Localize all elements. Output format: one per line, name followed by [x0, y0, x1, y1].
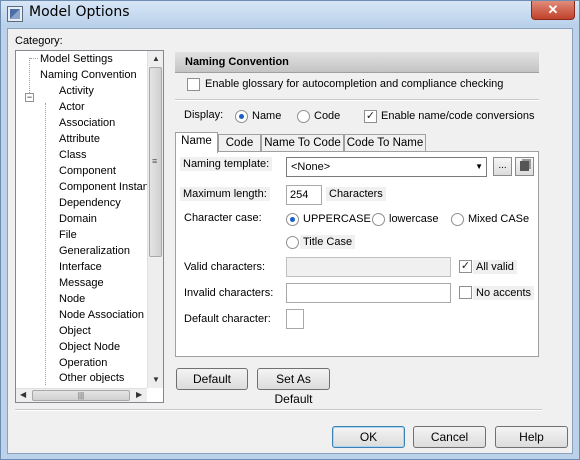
tree-item-other-objects[interactable]: Other objects	[59, 371, 124, 383]
cancel-button[interactable]: Cancel	[413, 426, 486, 448]
tree-item-activity[interactable]: Activity	[59, 84, 94, 98]
tree-connector	[45, 103, 46, 385]
case-lowercase-label: lowercase	[389, 213, 439, 225]
no-accents-label: No accents	[473, 286, 535, 300]
enable-conversions-label: Enable name/code conversions	[381, 110, 535, 122]
invalid-characters-input[interactable]	[286, 283, 451, 303]
case-mixed-label: Mixed CASe	[468, 213, 530, 225]
dropdown-arrow-icon: ▼	[475, 162, 483, 171]
invalid-characters-label: Invalid characters:	[184, 287, 274, 299]
enable-glossary-label: Enable glossary for autocompletion and c…	[205, 78, 504, 90]
window-title: Model Options	[29, 4, 130, 20]
enable-glossary-checkbox[interactable]	[187, 78, 200, 91]
collapse-icon[interactable]: −	[25, 93, 34, 102]
tree-item-generalization[interactable]: Generalization	[59, 244, 130, 258]
tab-name[interactable]: Name	[175, 132, 218, 153]
tree-item-model-settings[interactable]: Model Settings	[40, 52, 113, 66]
valid-characters-input[interactable]	[286, 257, 451, 277]
scroll-left-arrow-icon[interactable]: ◀	[20, 390, 26, 399]
tree-item-domain[interactable]: Domain	[59, 212, 97, 226]
tree-item-actor[interactable]: Actor	[59, 100, 85, 114]
display-code-radio[interactable]	[297, 110, 310, 123]
tree-item-node-association[interactable]: Node Association	[59, 308, 144, 322]
tree-item-object-node[interactable]: Object Node	[59, 340, 120, 354]
help-button[interactable]: Help	[495, 426, 568, 448]
grip-icon: ≡	[152, 156, 158, 166]
case-uppercase-label: UPPERCASE	[303, 213, 371, 225]
tree-item-object[interactable]: Object	[59, 324, 91, 338]
tree-item-dependency[interactable]: Dependency	[59, 196, 121, 210]
maximum-length-value: 254	[290, 189, 309, 201]
title-bar[interactable]: Model Options ✕	[1, 1, 579, 27]
all-valid-label: All valid	[473, 260, 517, 274]
default-button[interactable]: Default	[176, 368, 248, 390]
ellipsis-button[interactable]: ...	[493, 157, 512, 176]
footer-divider	[15, 409, 542, 411]
category-label: Category:	[15, 35, 63, 47]
tree-item-message[interactable]: Message	[59, 276, 104, 290]
naming-template-label: Naming template:	[180, 157, 273, 171]
tree-horizontal-scrollbar[interactable]: ◀ ||| ▶	[16, 388, 147, 402]
ok-button[interactable]: OK	[332, 426, 405, 448]
app-icon	[7, 6, 23, 22]
naming-template-value: <None>	[291, 161, 331, 173]
section-header: Naming Convention	[175, 52, 539, 73]
valid-characters-label: Valid characters:	[184, 261, 266, 273]
tree-vertical-scrollbar[interactable]: ▲ ≡ ▼	[147, 51, 163, 388]
model-options-window: Model Options ✕ Category: Model Settings…	[0, 0, 580, 460]
display-label: Display:	[184, 109, 224, 121]
tab-code-to-name[interactable]: Code To Name	[344, 134, 426, 152]
tree-item-component[interactable]: Component	[59, 164, 116, 178]
display-name-radio[interactable]	[235, 110, 248, 123]
maximum-length-input[interactable]: 254	[286, 185, 322, 205]
tree-item-association[interactable]: Association	[59, 116, 115, 130]
no-accents-checkbox[interactable]	[459, 286, 472, 299]
case-title-radio[interactable]	[286, 236, 299, 249]
properties-button[interactable]	[515, 157, 534, 176]
category-tree[interactable]: Model Settings − Naming Convention Activ…	[15, 50, 164, 403]
section-divider	[175, 99, 539, 101]
case-uppercase-radio[interactable]	[286, 213, 299, 226]
tree-item-class[interactable]: Class	[59, 148, 87, 162]
case-mixed-radio[interactable]	[451, 213, 464, 226]
enable-conversions-checkbox[interactable]: ✓	[364, 110, 377, 123]
horizontal-scroll-thumb[interactable]: |||	[32, 390, 130, 401]
section-title: Naming Convention	[185, 56, 289, 68]
maximum-length-label: Maximum length:	[180, 187, 270, 201]
tab-name-to-code[interactable]: Name To Code	[261, 134, 344, 152]
tree-connector	[29, 58, 30, 93]
tree-item-interface[interactable]: Interface	[59, 260, 102, 274]
case-title-label: Title Case	[300, 235, 356, 249]
naming-template-select[interactable]: <None> ▼	[286, 157, 487, 177]
display-name-label: Name	[252, 110, 282, 122]
default-character-input[interactable]	[286, 309, 304, 329]
tree-item-file[interactable]: File	[59, 228, 77, 242]
all-valid-checkbox[interactable]: ✓	[459, 260, 472, 273]
tree-item-operation[interactable]: Operation	[59, 356, 107, 370]
default-character-label: Default character:	[184, 313, 271, 325]
scroll-right-arrow-icon[interactable]: ▶	[136, 390, 142, 399]
character-case-label: Character case:	[184, 212, 262, 224]
tree-item-node[interactable]: Node	[59, 292, 85, 306]
set-as-default-button[interactable]: Set As Default	[257, 368, 330, 406]
characters-unit-label: Characters	[326, 187, 386, 201]
tree-item-component-instance[interactable]: Component Instan	[59, 180, 149, 194]
close-button[interactable]: ✕	[531, 1, 575, 20]
properties-icon	[520, 161, 529, 171]
name-tab-panel: Naming template: <None> ▼ ... Maximum le…	[175, 151, 539, 357]
tree-item-attribute[interactable]: Attribute	[59, 132, 100, 146]
tab-code[interactable]: Code	[218, 134, 261, 152]
vertical-scroll-thumb[interactable]: ≡	[149, 67, 162, 257]
scroll-up-arrow-icon[interactable]: ▲	[152, 54, 160, 63]
case-lowercase-radio[interactable]	[372, 213, 385, 226]
scroll-down-arrow-icon[interactable]: ▼	[152, 375, 160, 384]
tree-connector	[30, 58, 38, 59]
tree-item-naming-convention[interactable]: Naming Convention	[40, 68, 137, 82]
dialog-client-area: Category: Model Settings − Naming Conven…	[7, 28, 573, 454]
display-code-label: Code	[314, 110, 341, 122]
